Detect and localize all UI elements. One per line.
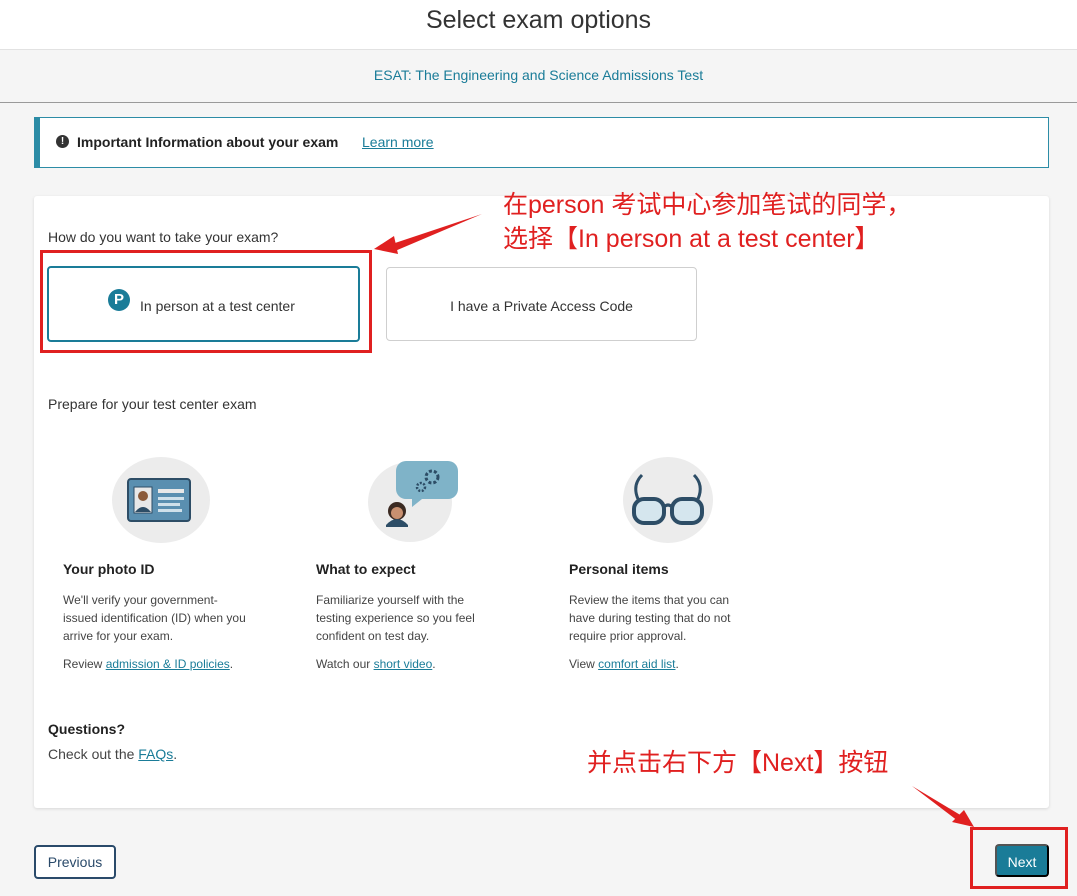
prep-title-what-to-expect: What to expect	[316, 561, 416, 577]
banner-text: Important Information about your exam	[77, 134, 339, 150]
title-bar: Select exam options	[0, 0, 1077, 50]
prep-title-photo-id: Your photo ID	[63, 561, 155, 577]
faqs-link[interactable]: FAQs	[138, 746, 173, 762]
prep-title-personal-items: Personal items	[569, 561, 669, 577]
arrow-head-next	[952, 810, 974, 827]
comfort-aid-list-link[interactable]: comfort aid list	[598, 657, 675, 671]
delivery-question: How do you want to take your exam?	[48, 229, 279, 245]
annotation-text-line-2: 选择【In person at a test center】	[503, 225, 880, 253]
prepare-heading: Prepare for your test center exam	[48, 396, 257, 412]
option-private-access-code[interactable]: I have a Private Access Code	[386, 267, 697, 341]
exam-name: ESAT: The Engineering and Science Admiss…	[373, 67, 704, 83]
exam-subheader: ESAT: The Engineering and Science Admiss…	[0, 51, 1077, 103]
admission-id-policies-link[interactable]: admission & ID policies	[106, 657, 230, 671]
eyeglasses-icon	[620, 455, 716, 550]
annotation-frame-in-person	[40, 250, 372, 353]
learn-more-link[interactable]: Learn more	[362, 134, 434, 150]
annotation-frame-next	[970, 827, 1068, 889]
photo-id-card-icon	[110, 455, 212, 550]
important-info-banner: ! Important Information about your exam …	[34, 117, 1049, 168]
option-label: I have a Private Access Code	[450, 298, 633, 314]
page-title: Select exam options	[425, 6, 652, 34]
short-video-link[interactable]: short video	[374, 657, 433, 671]
questions-title: Questions?	[48, 721, 126, 737]
annotation-text-line-3: 并点击右下方【Next】按钮	[587, 749, 889, 777]
prep-link-line-photo-id: Review admission & ID policies.	[63, 657, 234, 671]
prep-body-personal-items: Review the items that you can have durin…	[569, 593, 731, 643]
prep-body-photo-id: We'll verify your government- issued ide…	[63, 593, 246, 643]
info-icon: !	[56, 135, 69, 148]
prep-body-what-to-expect: Familiarize yourself with the testing ex…	[316, 593, 475, 643]
previous-button[interactable]: Previous	[34, 845, 116, 879]
prep-link-line-personal-items: View comfort aid list.	[569, 657, 679, 671]
prep-link-line-what-to-expect: Watch our short video.	[316, 657, 436, 671]
person-speech-gears-icon	[366, 455, 462, 550]
questions-line: Check out the FAQs.	[48, 746, 178, 762]
annotation-text-line-1: 在person 考试中心参加笔试的同学，	[503, 191, 912, 219]
